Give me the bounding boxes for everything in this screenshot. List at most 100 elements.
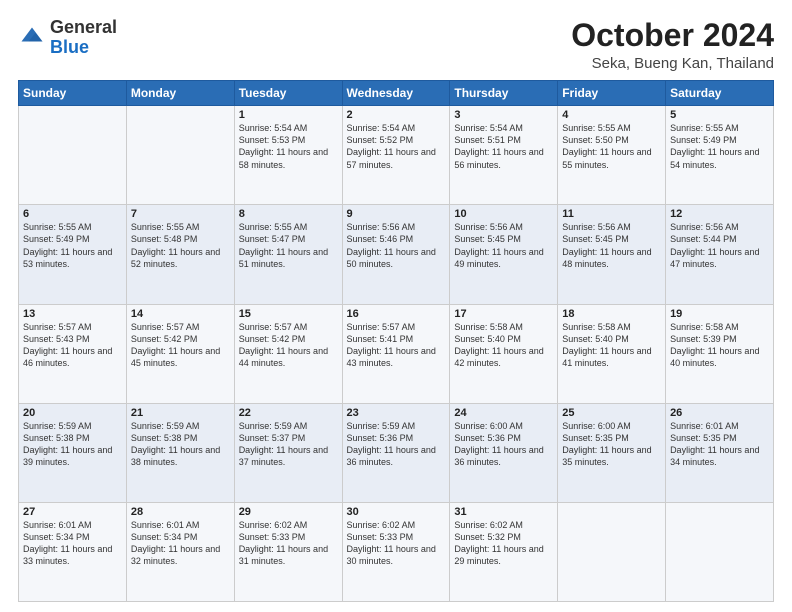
- day-number: 2: [347, 109, 446, 121]
- calendar-cell: 8Sunrise: 5:55 AMSunset: 5:47 PMDaylight…: [234, 205, 342, 304]
- day-info: Sunrise: 5:57 AMSunset: 5:43 PMDaylight:…: [23, 321, 122, 370]
- day-info: Sunrise: 5:56 AMSunset: 5:44 PMDaylight:…: [670, 221, 769, 270]
- day-number: 14: [131, 308, 230, 320]
- header: General Blue October 2024 Seka, Bueng Ka…: [18, 18, 774, 72]
- day-info: Sunrise: 5:58 AMSunset: 5:39 PMDaylight:…: [670, 321, 769, 370]
- day-info: Sunrise: 5:56 AMSunset: 5:45 PMDaylight:…: [454, 221, 553, 270]
- day-info: Sunrise: 5:55 AMSunset: 5:48 PMDaylight:…: [131, 221, 230, 270]
- calendar-cell: [558, 502, 666, 601]
- day-info: Sunrise: 6:01 AMSunset: 5:34 PMDaylight:…: [23, 519, 122, 568]
- calendar-cell: 6Sunrise: 5:55 AMSunset: 5:49 PMDaylight…: [19, 205, 127, 304]
- day-number: 11: [562, 208, 661, 220]
- day-number: 16: [347, 308, 446, 320]
- day-info: Sunrise: 5:58 AMSunset: 5:40 PMDaylight:…: [454, 321, 553, 370]
- day-info: Sunrise: 5:59 AMSunset: 5:38 PMDaylight:…: [131, 420, 230, 469]
- logo-icon: [18, 24, 46, 52]
- day-info: Sunrise: 5:54 AMSunset: 5:53 PMDaylight:…: [239, 122, 338, 171]
- day-number: 23: [347, 407, 446, 419]
- calendar-cell: 19Sunrise: 5:58 AMSunset: 5:39 PMDayligh…: [666, 304, 774, 403]
- weekday-header-friday: Friday: [558, 81, 666, 106]
- calendar-table: SundayMondayTuesdayWednesdayThursdayFrid…: [18, 80, 774, 602]
- day-info: Sunrise: 5:58 AMSunset: 5:40 PMDaylight:…: [562, 321, 661, 370]
- day-number: 9: [347, 208, 446, 220]
- weekday-header-row: SundayMondayTuesdayWednesdayThursdayFrid…: [19, 81, 774, 106]
- day-number: 18: [562, 308, 661, 320]
- day-number: 28: [131, 506, 230, 518]
- calendar-cell: 7Sunrise: 5:55 AMSunset: 5:48 PMDaylight…: [126, 205, 234, 304]
- day-info: Sunrise: 5:59 AMSunset: 5:36 PMDaylight:…: [347, 420, 446, 469]
- day-number: 20: [23, 407, 122, 419]
- calendar-cell: 28Sunrise: 6:01 AMSunset: 5:34 PMDayligh…: [126, 502, 234, 601]
- day-info: Sunrise: 6:02 AMSunset: 5:32 PMDaylight:…: [454, 519, 553, 568]
- day-info: Sunrise: 5:59 AMSunset: 5:38 PMDaylight:…: [23, 420, 122, 469]
- day-info: Sunrise: 5:55 AMSunset: 5:50 PMDaylight:…: [562, 122, 661, 171]
- day-info: Sunrise: 5:55 AMSunset: 5:49 PMDaylight:…: [23, 221, 122, 270]
- day-number: 25: [562, 407, 661, 419]
- calendar-cell: 4Sunrise: 5:55 AMSunset: 5:50 PMDaylight…: [558, 106, 666, 205]
- day-info: Sunrise: 5:57 AMSunset: 5:42 PMDaylight:…: [131, 321, 230, 370]
- calendar-cell: [666, 502, 774, 601]
- calendar-cell: 17Sunrise: 5:58 AMSunset: 5:40 PMDayligh…: [450, 304, 558, 403]
- calendar-cell: 25Sunrise: 6:00 AMSunset: 5:35 PMDayligh…: [558, 403, 666, 502]
- calendar-cell: 21Sunrise: 5:59 AMSunset: 5:38 PMDayligh…: [126, 403, 234, 502]
- day-number: 13: [23, 308, 122, 320]
- day-info: Sunrise: 6:02 AMSunset: 5:33 PMDaylight:…: [347, 519, 446, 568]
- calendar-cell: 16Sunrise: 5:57 AMSunset: 5:41 PMDayligh…: [342, 304, 450, 403]
- day-number: 3: [454, 109, 553, 121]
- day-info: Sunrise: 6:01 AMSunset: 5:34 PMDaylight:…: [131, 519, 230, 568]
- day-info: Sunrise: 5:56 AMSunset: 5:45 PMDaylight:…: [562, 221, 661, 270]
- calendar-cell: 18Sunrise: 5:58 AMSunset: 5:40 PMDayligh…: [558, 304, 666, 403]
- calendar-cell: 10Sunrise: 5:56 AMSunset: 5:45 PMDayligh…: [450, 205, 558, 304]
- calendar-cell: 29Sunrise: 6:02 AMSunset: 5:33 PMDayligh…: [234, 502, 342, 601]
- day-number: 5: [670, 109, 769, 121]
- logo-text: General Blue: [50, 18, 117, 58]
- day-info: Sunrise: 5:57 AMSunset: 5:42 PMDaylight:…: [239, 321, 338, 370]
- calendar-cell: 15Sunrise: 5:57 AMSunset: 5:42 PMDayligh…: [234, 304, 342, 403]
- calendar-cell: 13Sunrise: 5:57 AMSunset: 5:43 PMDayligh…: [19, 304, 127, 403]
- day-info: Sunrise: 5:57 AMSunset: 5:41 PMDaylight:…: [347, 321, 446, 370]
- day-info: Sunrise: 5:55 AMSunset: 5:47 PMDaylight:…: [239, 221, 338, 270]
- calendar-cell: 2Sunrise: 5:54 AMSunset: 5:52 PMDaylight…: [342, 106, 450, 205]
- calendar-cell: 31Sunrise: 6:02 AMSunset: 5:32 PMDayligh…: [450, 502, 558, 601]
- calendar-cell: 5Sunrise: 5:55 AMSunset: 5:49 PMDaylight…: [666, 106, 774, 205]
- day-info: Sunrise: 5:59 AMSunset: 5:37 PMDaylight:…: [239, 420, 338, 469]
- weekday-header-sunday: Sunday: [19, 81, 127, 106]
- calendar-cell: 20Sunrise: 5:59 AMSunset: 5:38 PMDayligh…: [19, 403, 127, 502]
- calendar-cell: 11Sunrise: 5:56 AMSunset: 5:45 PMDayligh…: [558, 205, 666, 304]
- day-number: 7: [131, 208, 230, 220]
- day-info: Sunrise: 6:00 AMSunset: 5:35 PMDaylight:…: [562, 420, 661, 469]
- day-info: Sunrise: 6:01 AMSunset: 5:35 PMDaylight:…: [670, 420, 769, 469]
- day-info: Sunrise: 5:54 AMSunset: 5:52 PMDaylight:…: [347, 122, 446, 171]
- calendar-cell: 23Sunrise: 5:59 AMSunset: 5:36 PMDayligh…: [342, 403, 450, 502]
- day-number: 4: [562, 109, 661, 121]
- logo: General Blue: [18, 18, 117, 58]
- title-block: October 2024 Seka, Bueng Kan, Thailand: [571, 18, 774, 72]
- day-info: Sunrise: 6:00 AMSunset: 5:36 PMDaylight:…: [454, 420, 553, 469]
- week-row-2: 6Sunrise: 5:55 AMSunset: 5:49 PMDaylight…: [19, 205, 774, 304]
- calendar-cell: 1Sunrise: 5:54 AMSunset: 5:53 PMDaylight…: [234, 106, 342, 205]
- day-number: 31: [454, 506, 553, 518]
- day-number: 27: [23, 506, 122, 518]
- calendar-cell: 12Sunrise: 5:56 AMSunset: 5:44 PMDayligh…: [666, 205, 774, 304]
- calendar-cell: 27Sunrise: 6:01 AMSunset: 5:34 PMDayligh…: [19, 502, 127, 601]
- calendar-cell: 30Sunrise: 6:02 AMSunset: 5:33 PMDayligh…: [342, 502, 450, 601]
- location-title: Seka, Bueng Kan, Thailand: [571, 55, 774, 72]
- page: General Blue October 2024 Seka, Bueng Ka…: [0, 0, 792, 612]
- week-row-5: 27Sunrise: 6:01 AMSunset: 5:34 PMDayligh…: [19, 502, 774, 601]
- day-info: Sunrise: 6:02 AMSunset: 5:33 PMDaylight:…: [239, 519, 338, 568]
- day-number: 24: [454, 407, 553, 419]
- weekday-header-wednesday: Wednesday: [342, 81, 450, 106]
- day-number: 1: [239, 109, 338, 121]
- weekday-header-tuesday: Tuesday: [234, 81, 342, 106]
- day-info: Sunrise: 5:56 AMSunset: 5:46 PMDaylight:…: [347, 221, 446, 270]
- calendar-cell: 26Sunrise: 6:01 AMSunset: 5:35 PMDayligh…: [666, 403, 774, 502]
- week-row-3: 13Sunrise: 5:57 AMSunset: 5:43 PMDayligh…: [19, 304, 774, 403]
- calendar-cell: 14Sunrise: 5:57 AMSunset: 5:42 PMDayligh…: [126, 304, 234, 403]
- day-number: 10: [454, 208, 553, 220]
- weekday-header-thursday: Thursday: [450, 81, 558, 106]
- day-number: 19: [670, 308, 769, 320]
- day-number: 29: [239, 506, 338, 518]
- day-number: 17: [454, 308, 553, 320]
- calendar-cell: 9Sunrise: 5:56 AMSunset: 5:46 PMDaylight…: [342, 205, 450, 304]
- day-number: 26: [670, 407, 769, 419]
